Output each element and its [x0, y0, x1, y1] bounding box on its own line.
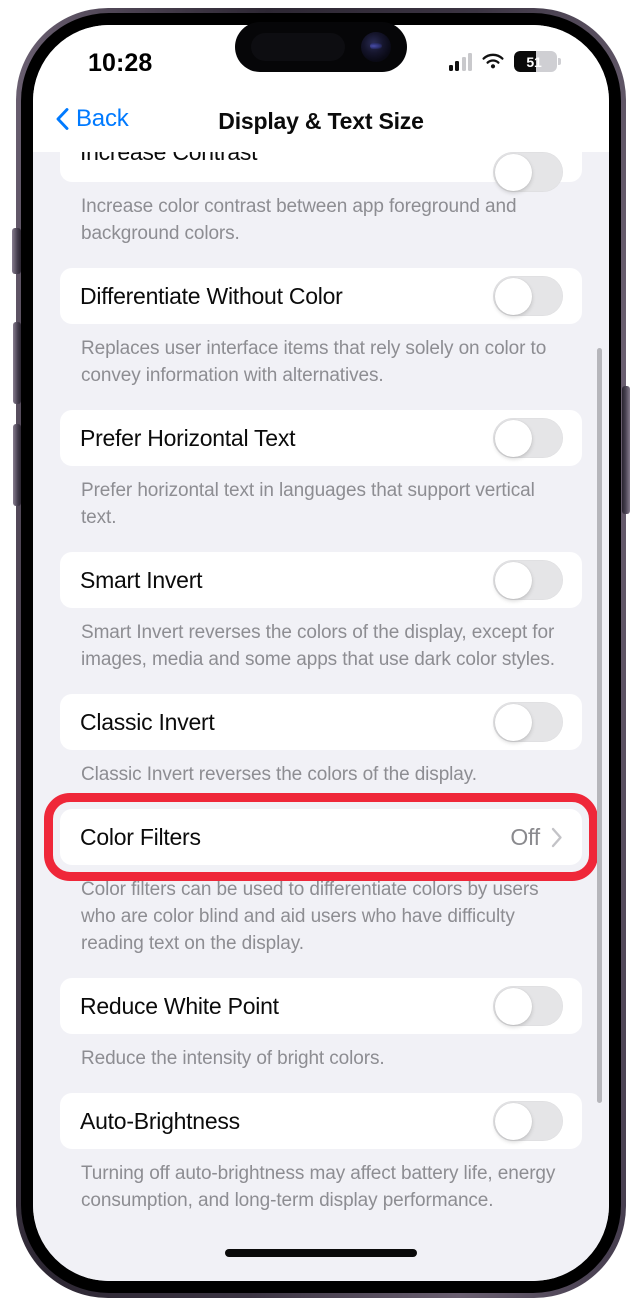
- toggle-prefer-horizontal-text[interactable]: [493, 418, 563, 458]
- toggle-classic-invert[interactable]: [493, 702, 563, 742]
- cellular-bars-icon: [448, 52, 472, 71]
- setting-group-auto-brightness: Auto-Brightness Turning off auto-brightn…: [33, 1093, 609, 1214]
- power-button[interactable]: [622, 386, 630, 514]
- setting-group-color-filters: Color Filters Off Color filters can be u…: [33, 793, 609, 957]
- setting-row-differentiate-without-color[interactable]: Differentiate Without Color: [60, 268, 582, 324]
- setting-group-prefer-horizontal-text: Prefer Horizontal Text Prefer horizontal…: [33, 410, 609, 531]
- battery-icon: 51: [514, 51, 557, 72]
- setting-footnote: Classic Invert reverses the colors of th…: [81, 764, 477, 785]
- setting-group-reduce-white-point: Reduce White Point Reduce the intensity …: [33, 978, 609, 1072]
- setting-row-smart-invert[interactable]: Smart Invert: [60, 552, 582, 608]
- setting-row-classic-invert[interactable]: Classic Invert: [60, 694, 582, 750]
- setting-footnote: Color filters can be used to differentia…: [81, 879, 539, 954]
- settings-scroll-area[interactable]: Increase Contrast Increase color contras…: [33, 152, 609, 1281]
- setting-label: Reduce White Point: [80, 992, 279, 1019]
- setting-group-differentiate-without-color: Differentiate Without Color Replaces use…: [33, 268, 609, 389]
- setting-group-classic-invert: Classic Invert Classic Invert reverses t…: [33, 694, 609, 788]
- status-bar-indicators: 51: [448, 51, 561, 72]
- setting-footnote: Reduce the intensity of bright colors.: [81, 1048, 385, 1069]
- setting-row-prefer-horizontal-text[interactable]: Prefer Horizontal Text: [60, 410, 582, 466]
- vertical-scrollbar[interactable]: [597, 348, 602, 1103]
- setting-row-auto-brightness[interactable]: Auto-Brightness: [60, 1093, 582, 1149]
- battery-level-label: 51: [526, 53, 542, 70]
- status-bar-time: 10:28: [88, 49, 153, 77]
- setting-label: Differentiate Without Color: [80, 282, 343, 309]
- setting-footnote: Replaces user interface items that rely …: [81, 338, 547, 386]
- mute-switch-button[interactable]: [12, 228, 21, 274]
- setting-row-reduce-white-point[interactable]: Reduce White Point: [60, 978, 582, 1034]
- setting-footnote: Smart Invert reverses the colors of the …: [81, 622, 555, 670]
- setting-row-increase-contrast[interactable]: Increase Contrast: [60, 152, 582, 192]
- front-camera-icon: [361, 32, 391, 62]
- setting-label: Auto-Brightness: [80, 1107, 240, 1134]
- toggle-smart-invert[interactable]: [493, 560, 563, 600]
- setting-footnote: Turning off auto-brightness may affect b…: [81, 1163, 556, 1211]
- toggle-differentiate-without-color[interactable]: [493, 276, 563, 316]
- toggle-auto-brightness[interactable]: [493, 1101, 563, 1141]
- toggle-reduce-white-point[interactable]: [493, 986, 563, 1026]
- setting-row-color-filters[interactable]: Color Filters Off: [60, 809, 582, 865]
- navigation-bar: Back Display & Text Size: [33, 97, 609, 152]
- earpiece-speaker: [251, 33, 345, 61]
- setting-label: Color Filters: [80, 823, 201, 850]
- phone-screen: 10:28 51 Back Display & Text Size Increa…: [33, 25, 609, 1281]
- volume-down-button[interactable]: [13, 424, 21, 506]
- setting-label: Prefer Horizontal Text: [80, 424, 296, 451]
- dynamic-island: [235, 22, 407, 72]
- battery-tip-icon: [558, 58, 561, 65]
- chevron-right-icon: [551, 827, 562, 847]
- home-indicator[interactable]: [225, 1249, 417, 1257]
- setting-group-smart-invert: Smart Invert Smart Invert reverses the c…: [33, 552, 609, 673]
- toggle-increase-contrast[interactable]: [493, 152, 563, 192]
- setting-footnote: Increase color contrast between app fore…: [81, 196, 517, 244]
- setting-label: Smart Invert: [80, 566, 203, 593]
- setting-footnote: Prefer horizontal text in languages that…: [81, 480, 535, 528]
- setting-group-increase-contrast: Increase Contrast Increase color contras…: [33, 152, 609, 247]
- setting-value: Off: [510, 823, 540, 850]
- setting-label: Increase Contrast: [80, 152, 258, 165]
- wifi-icon: [482, 53, 504, 68]
- page-title: Display & Text Size: [218, 108, 424, 134]
- setting-label: Classic Invert: [80, 708, 215, 735]
- volume-up-button[interactable]: [13, 322, 21, 404]
